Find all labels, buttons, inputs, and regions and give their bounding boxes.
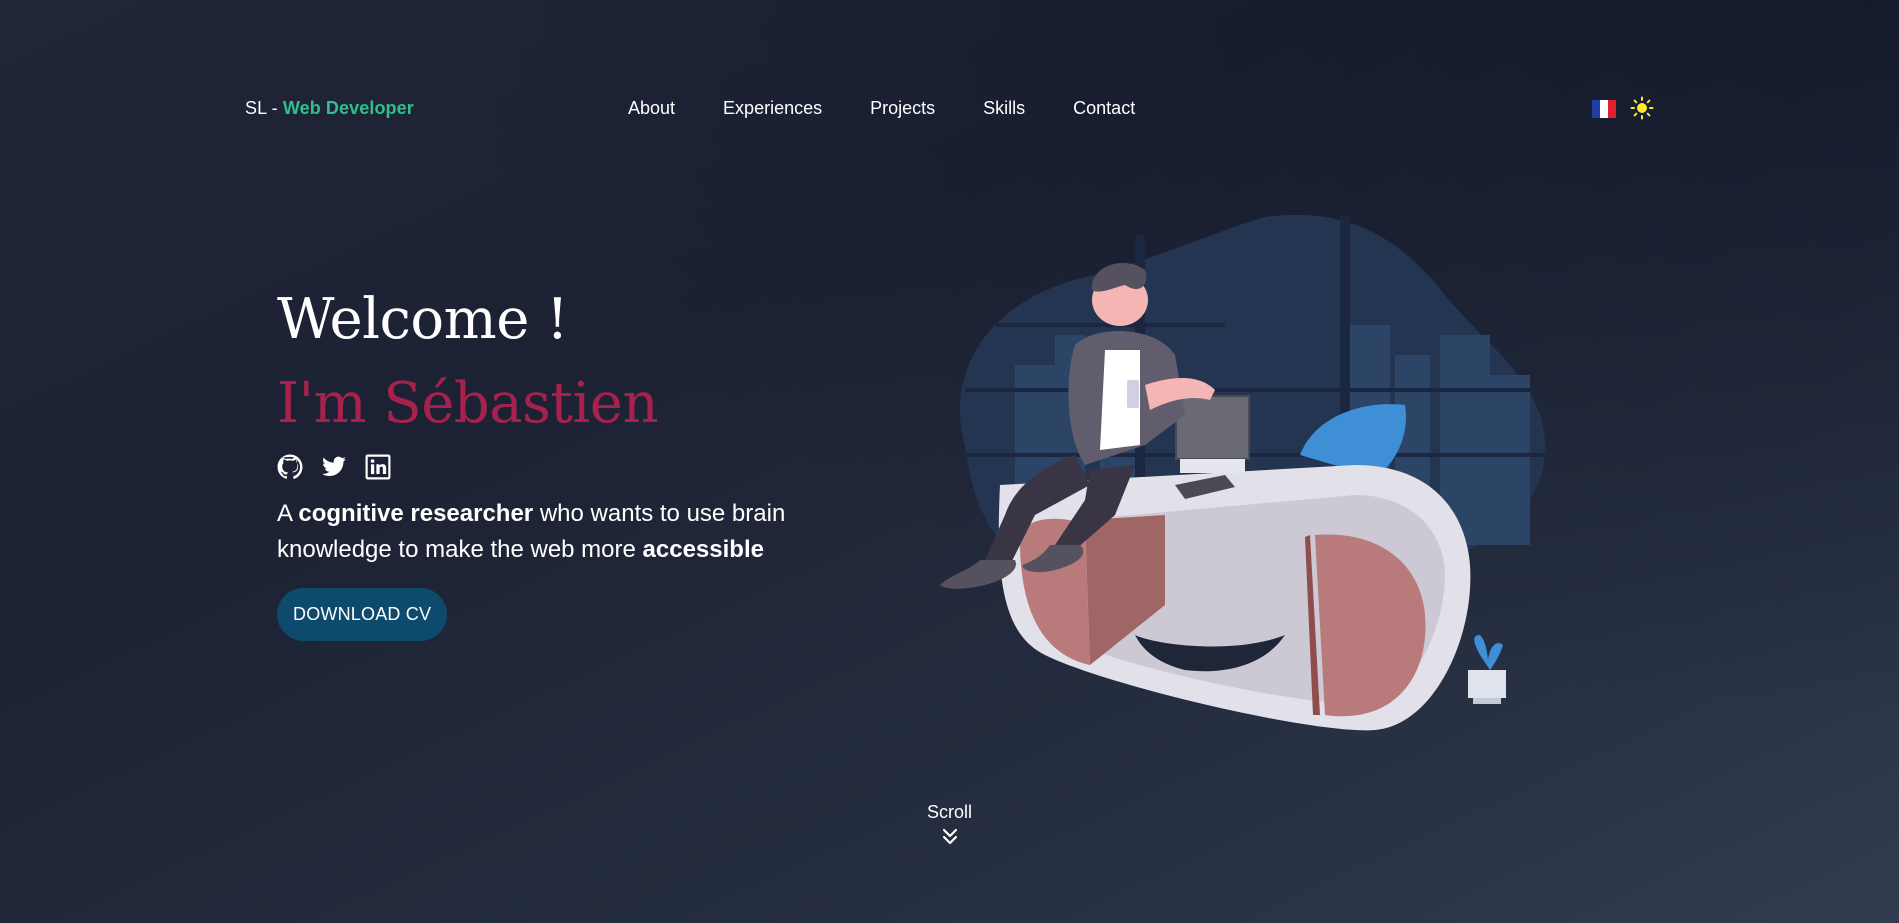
tagline-text-1: A [277,500,299,527]
logo-prefix: SL - [245,98,283,118]
french-flag-icon[interactable] [1592,100,1616,118]
scroll-label: Scroll [926,802,972,822]
download-cv-button[interactable]: DOWNLOAD CV [277,588,448,641]
hero-intro: Welcome ! I'm Sébastien A cognitive rese… [277,280,877,641]
nav-projects[interactable]: Projects [870,98,935,119]
nav-contact[interactable]: Contact [1073,98,1135,119]
nav-skills[interactable]: Skills [983,98,1025,119]
developer-at-desk-illustration [940,214,1546,731]
name-heading: I'm Sébastien [277,371,659,436]
linkedin-icon[interactable] [365,454,391,480]
social-links [277,454,877,480]
nav-experiences[interactable]: Experiences [723,98,822,119]
nav-about[interactable]: About [628,98,675,119]
tagline-highlight-2: accessible [642,536,764,563]
github-icon[interactable] [277,454,303,480]
scroll-indicator[interactable]: Scroll [0,802,1899,847]
double-chevron-down-icon [942,828,957,845]
main-nav: About Experiences Projects Skills Contac… [628,98,1135,119]
hero-tagline: A cognitive researcher who wants to use … [277,496,837,568]
twitter-icon[interactable] [321,454,347,480]
hero-illustration [925,214,1546,735]
site-logo[interactable]: SL - Web Developer [245,98,414,119]
site-header: SL - Web Developer About Experiences Pro… [0,92,1899,128]
sun-icon[interactable] [1630,96,1654,120]
welcome-heading: Welcome ! [277,287,569,352]
tagline-highlight-1: cognitive researcher [298,500,534,527]
logo-accent: Web Developer [282,98,414,118]
